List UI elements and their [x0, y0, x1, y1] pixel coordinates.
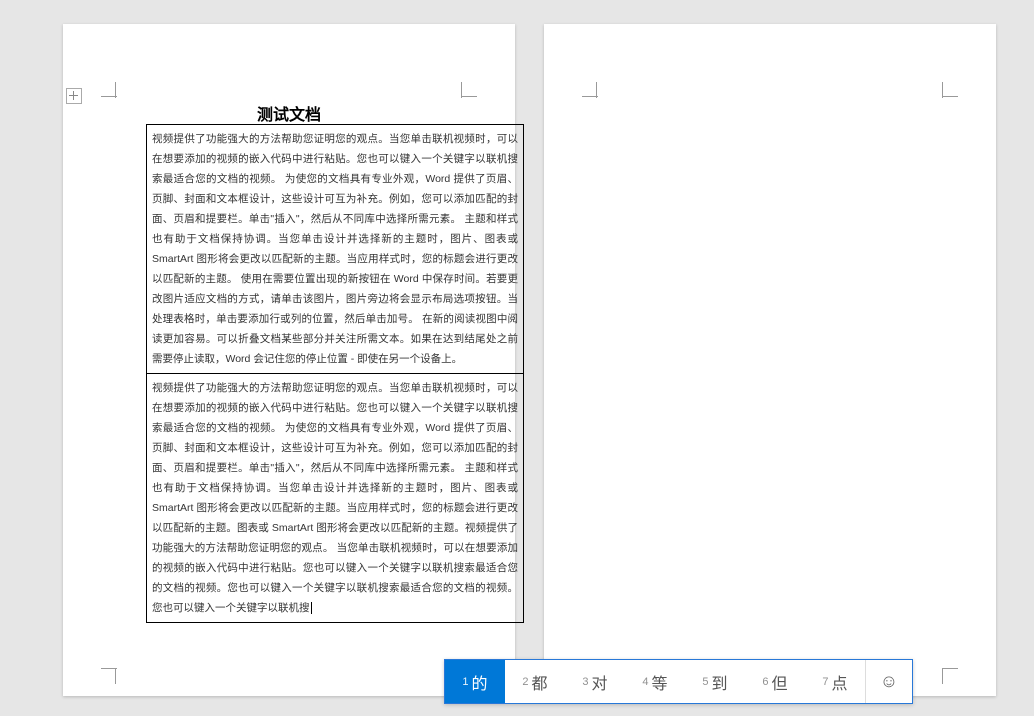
table-move-handle[interactable] [66, 88, 82, 104]
ime-candidate-3[interactable]: 3对 [565, 660, 625, 703]
crop-mark-br [942, 668, 958, 684]
crop-mark-tr [461, 82, 477, 98]
table-cell-2[interactable]: 视频提供了功能强大的方法帮助您证明您的观点。当您单击联机视频时，可以在想要添加的… [147, 374, 524, 623]
ime-candidate-1[interactable]: 1的 [445, 660, 505, 703]
page-2[interactable] [544, 24, 996, 696]
crop-mark-tl [582, 82, 598, 98]
crop-mark-tr [942, 82, 958, 98]
table-row[interactable]: 视频提供了功能强大的方法帮助您证明您的观点。当您单击联机视频时，可以在想要添加的… [147, 125, 524, 374]
document-canvas: 测试文档 视频提供了功能强大的方法帮助您证明您的观点。当您单击联机视频时，可以在… [0, 0, 1034, 716]
content-table[interactable]: 视频提供了功能强大的方法帮助您证明您的观点。当您单击联机视频时，可以在想要添加的… [146, 124, 524, 623]
ime-candidate-4[interactable]: 4等 [625, 660, 685, 703]
ime-candidate-7[interactable]: 7点 [805, 660, 865, 703]
page-1[interactable]: 测试文档 视频提供了功能强大的方法帮助您证明您的观点。当您单击联机视频时，可以在… [63, 24, 515, 696]
document-title[interactable]: 测试文档 [63, 101, 515, 125]
ime-candidate-bar[interactable]: 1的 2都 3对 4等 5到 6但 7点 ☺ [444, 659, 913, 704]
ime-emoji-button[interactable]: ☺ [865, 660, 912, 703]
table-row[interactable]: 视频提供了功能强大的方法帮助您证明您的观点。当您单击联机视频时，可以在想要添加的… [147, 374, 524, 623]
crop-mark-tl [101, 82, 117, 98]
ime-candidate-6[interactable]: 6但 [745, 660, 805, 703]
ime-candidate-5[interactable]: 5到 [685, 660, 745, 703]
text-cursor [311, 602, 312, 614]
table-cell-1[interactable]: 视频提供了功能强大的方法帮助您证明您的观点。当您单击联机视频时，可以在想要添加的… [147, 125, 524, 374]
crop-mark-bl [101, 668, 117, 684]
ime-candidate-2[interactable]: 2都 [505, 660, 565, 703]
